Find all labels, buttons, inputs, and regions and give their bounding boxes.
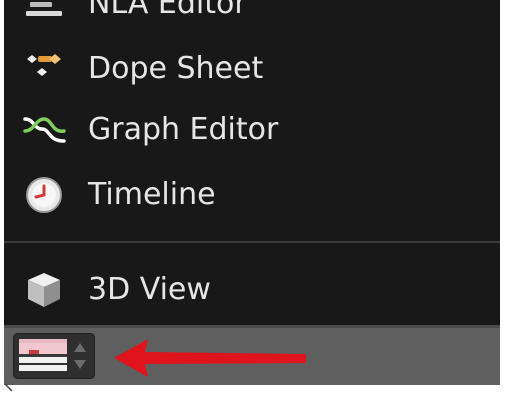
up-down-arrows-icon xyxy=(71,339,89,377)
timeline-editor-icon xyxy=(19,339,67,377)
graph-editor-icon xyxy=(22,107,68,153)
menu-item-label: Graph Editor xyxy=(88,111,279,147)
menu-item-label: Timeline xyxy=(88,176,216,212)
red-arrow-icon xyxy=(112,336,308,384)
3d-view-icon xyxy=(22,267,68,313)
menu-item-dope-sheet[interactable]: Dope Sheet xyxy=(4,41,500,97)
menu-item-label: Dope Sheet xyxy=(88,50,264,86)
editor-type-menu: NLA Editor Dope Sheet Graph Editor Timel… xyxy=(4,0,500,325)
menu-item-label: 3D View xyxy=(88,271,211,307)
dope-sheet-icon xyxy=(22,46,68,92)
nla-editor-icon xyxy=(22,0,68,27)
menu-separator xyxy=(4,241,500,243)
menu-item-graph-editor[interactable]: Graph Editor xyxy=(4,102,500,158)
menu-item-nla-editor[interactable]: NLA Editor xyxy=(4,0,500,32)
menu-item-3d-view[interactable]: 3D View xyxy=(4,262,500,318)
screenshot-stage: NLA Editor Dope Sheet Graph Editor Timel… xyxy=(0,0,505,394)
timeline-icon xyxy=(22,172,68,218)
editor-type-button[interactable] xyxy=(13,333,95,379)
resize-corner-icon[interactable] xyxy=(4,377,14,394)
header-bar-shadow xyxy=(4,325,500,328)
menu-item-timeline[interactable]: Timeline xyxy=(4,167,500,223)
menu-item-label: NLA Editor xyxy=(88,0,247,21)
